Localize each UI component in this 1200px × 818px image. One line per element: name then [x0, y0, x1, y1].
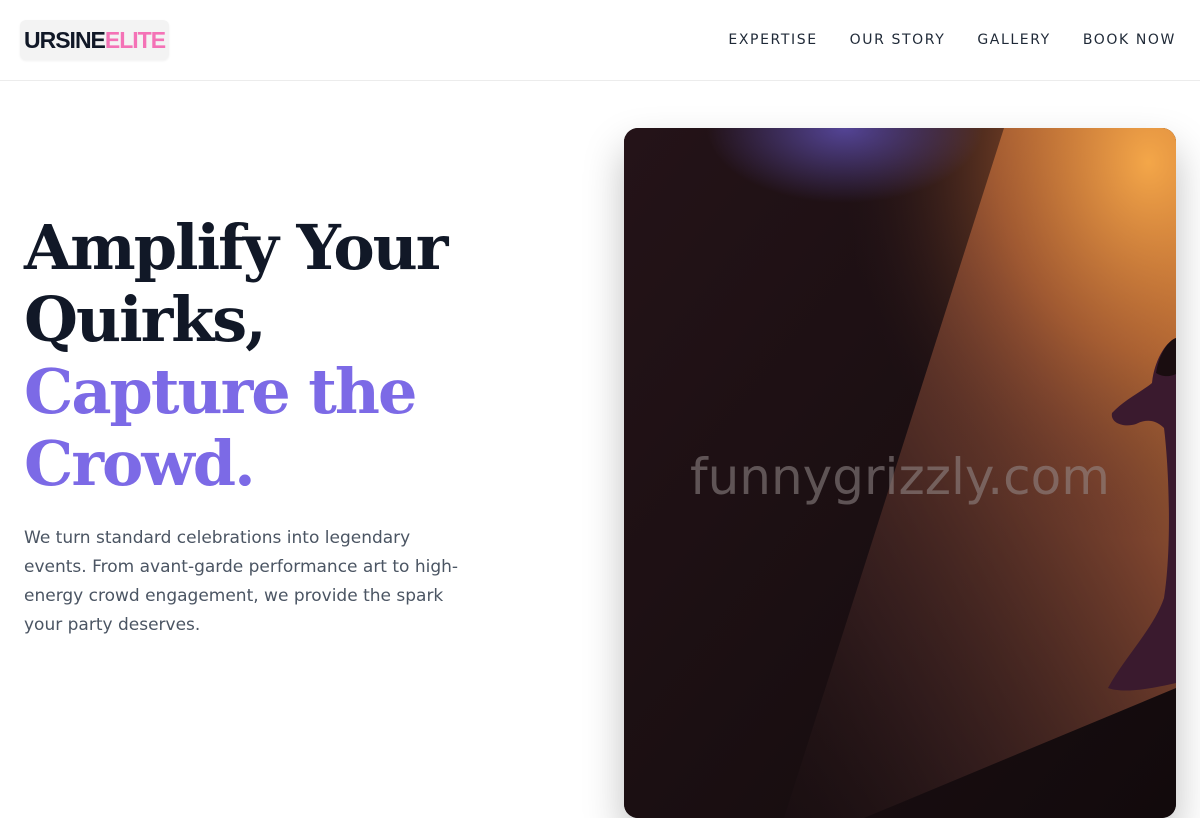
hero-title-line2: Quirks, — [24, 283, 267, 356]
nav-link-book-now[interactable]: BOOK NOW — [1083, 32, 1176, 48]
hero-title-line4: Crowd. — [24, 427, 256, 500]
hero-title-line3: Capture the — [24, 355, 417, 428]
nav-link-gallery[interactable]: GALLERY — [977, 32, 1050, 48]
nav-link-our-story[interactable]: OUR STORY — [850, 32, 946, 48]
nav-link-expertise[interactable]: EXPERTISE — [728, 32, 817, 48]
hero-title: Amplify Your Quirks, Capture the Crowd. — [24, 212, 544, 500]
brand-name-part1: URSINE — [24, 26, 106, 53]
brand-name-part2: ELITE — [104, 26, 166, 53]
hero-title-line1: Amplify Your — [24, 211, 448, 284]
site-header: URSINE ELITE EXPERTISE OUR STORY GALLERY … — [0, 0, 1200, 81]
main-nav: EXPERTISE OUR STORY GALLERY BOOK NOW — [696, 0, 1176, 80]
hero-image: funnygrizzly.com — [624, 128, 1176, 818]
brand-logo[interactable]: URSINE ELITE — [20, 20, 170, 60]
hero-description: We turn standard celebrations into legen… — [24, 528, 459, 635]
image-watermark: funnygrizzly.com — [690, 448, 1110, 506]
